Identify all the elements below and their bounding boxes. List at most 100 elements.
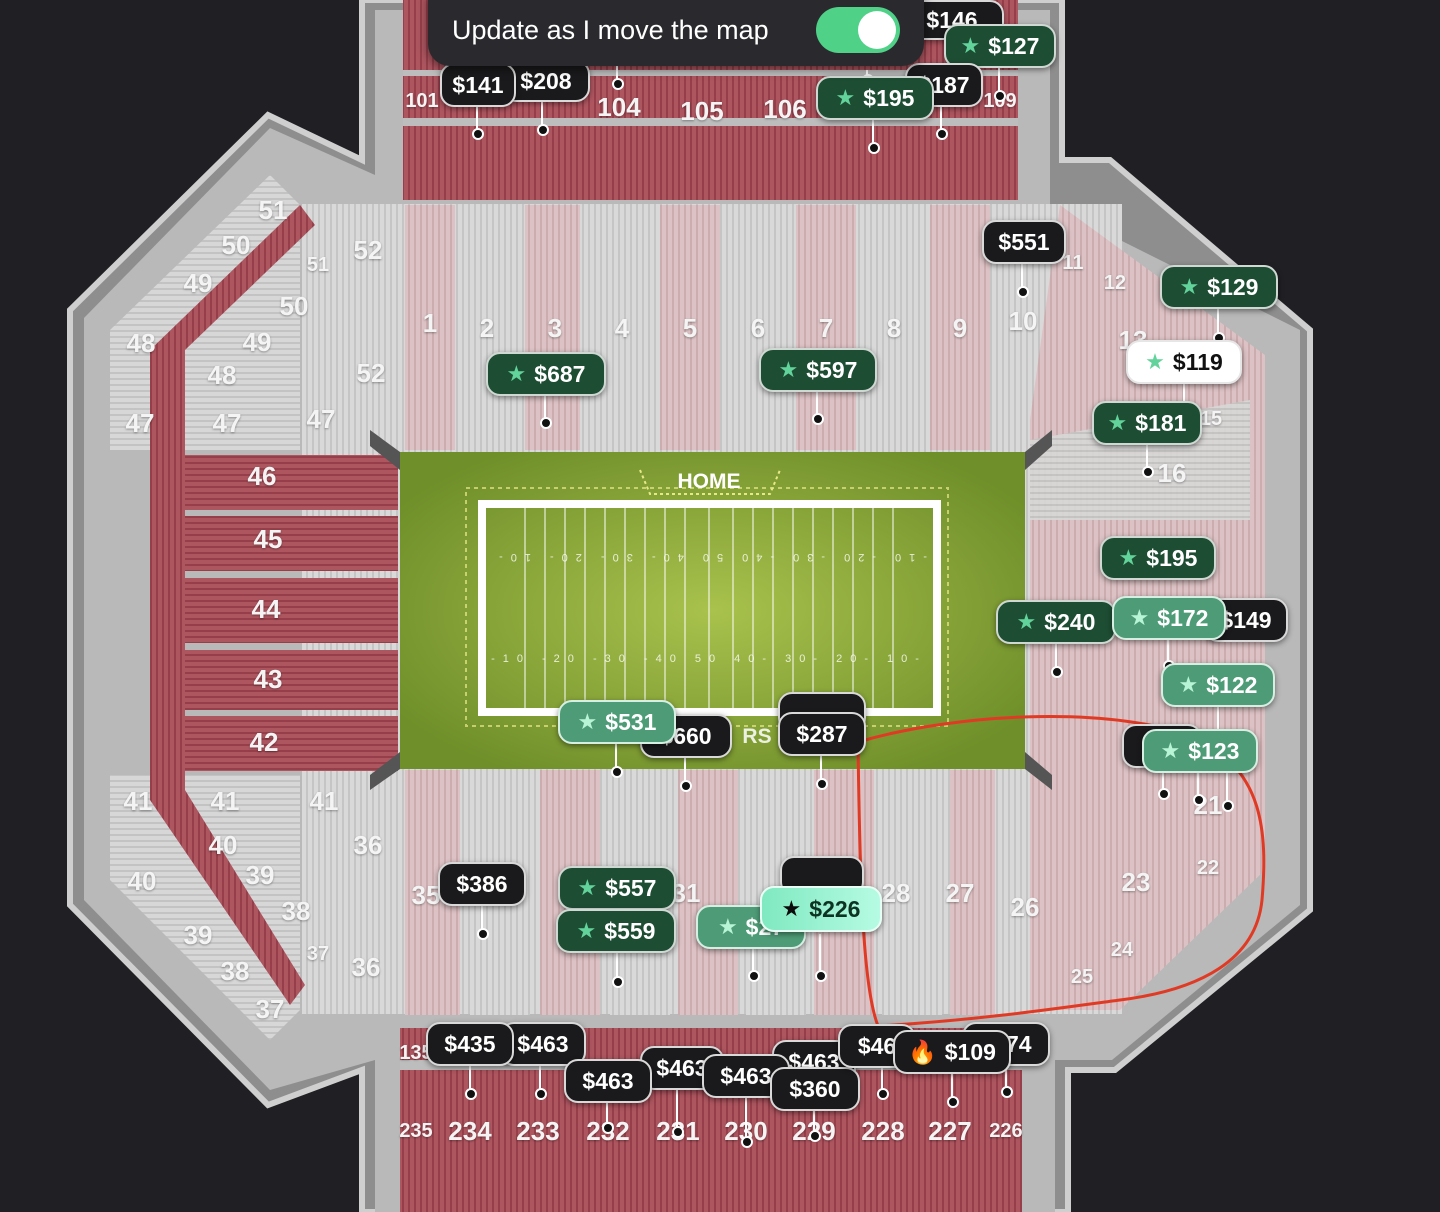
map-pin[interactable]	[535, 1088, 547, 1100]
price-chip[interactable]: ★ $127	[944, 24, 1056, 68]
map-pin[interactable]	[816, 778, 828, 790]
section-104[interactable]: 104	[592, 92, 646, 122]
section-40[interactable]: 40	[203, 830, 243, 860]
map-pin[interactable]	[611, 766, 623, 778]
section-50-mid[interactable]: 50	[274, 291, 314, 321]
map-pin[interactable]	[994, 90, 1006, 102]
map-pin[interactable]	[1158, 788, 1170, 800]
section-38[interactable]: 38	[276, 896, 316, 926]
section-8[interactable]: 8	[879, 313, 909, 343]
section-24[interactable]: 24	[1104, 936, 1140, 964]
map-pin[interactable]	[1001, 1086, 1013, 1098]
section-41-mid[interactable]: 41	[205, 786, 245, 816]
section-45[interactable]: 45	[246, 524, 290, 554]
section-39[interactable]: 39	[240, 860, 280, 890]
section-25[interactable]: 25	[1064, 963, 1100, 991]
price-chip[interactable]: $435	[426, 1022, 514, 1066]
map-pin[interactable]	[1017, 286, 1029, 298]
section-46[interactable]: 46	[240, 461, 284, 491]
section-52-lower[interactable]: 52	[351, 358, 391, 388]
map-pin[interactable]	[465, 1088, 477, 1100]
price-chip[interactable]: ★ $195	[1100, 536, 1216, 580]
section-38-corner[interactable]: 38	[215, 956, 255, 986]
price-chip[interactable]: ★ $129	[1160, 265, 1278, 309]
price-chip[interactable]: 🔥 $109	[893, 1030, 1011, 1074]
price-chip[interactable]: ★ $195	[816, 76, 934, 120]
price-chip[interactable]: $287	[778, 712, 866, 756]
section-23[interactable]: 23	[1116, 867, 1156, 897]
map-pin[interactable]	[1051, 666, 1063, 678]
section-47-mid[interactable]: 47	[207, 408, 247, 438]
section-227[interactable]: 227	[922, 1116, 978, 1146]
section-41[interactable]: 41	[118, 786, 158, 816]
price-chip[interactable]: ★ $597	[759, 348, 877, 392]
map-pin[interactable]	[1193, 794, 1205, 806]
section-12[interactable]: 12	[1100, 270, 1130, 296]
section-101[interactable]: 101	[402, 88, 442, 114]
price-chip[interactable]: ★ $531	[558, 700, 676, 744]
section-1[interactable]: 1	[415, 308, 445, 338]
price-chip[interactable]: ★ $557	[558, 866, 676, 910]
price-chip-selected[interactable]: ★ $226	[760, 886, 882, 932]
map-pin[interactable]	[680, 780, 692, 792]
section-43[interactable]: 43	[246, 664, 290, 694]
section-49-mid[interactable]: 49	[237, 327, 277, 357]
map-pin[interactable]	[815, 970, 827, 982]
price-chip[interactable]: ★ $559	[556, 909, 676, 953]
section-36[interactable]: 36	[346, 952, 386, 982]
section-47[interactable]: 47	[120, 408, 160, 438]
section-234[interactable]: 234	[442, 1116, 498, 1146]
section-10[interactable]: 10	[1003, 306, 1043, 336]
map-pin[interactable]	[612, 976, 624, 988]
price-chip[interactable]: ★ $687	[486, 352, 606, 396]
section-52[interactable]: 52	[348, 235, 388, 265]
section-26[interactable]: 26	[1005, 892, 1045, 922]
section-36-upper[interactable]: 36	[348, 830, 388, 860]
map-pin[interactable]	[741, 1136, 753, 1148]
map-pin[interactable]	[1142, 466, 1154, 478]
section-3[interactable]: 3	[540, 313, 570, 343]
map-pin[interactable]	[809, 1130, 821, 1142]
section-44[interactable]: 44	[244, 594, 288, 624]
price-chip[interactable]: $551	[982, 220, 1066, 264]
section-27[interactable]: 27	[940, 878, 980, 908]
price-chip[interactable]: ★ $119	[1126, 340, 1242, 384]
section-105[interactable]: 105	[675, 96, 729, 126]
map-pin[interactable]	[1222, 800, 1234, 812]
map-pin[interactable]	[672, 1126, 684, 1138]
map-pin[interactable]	[477, 928, 489, 940]
section-226[interactable]: 226	[986, 1118, 1026, 1144]
section-28[interactable]: 28	[876, 878, 916, 908]
section-48[interactable]: 48	[121, 328, 161, 358]
map-pin[interactable]	[947, 1096, 959, 1108]
section-40-corner[interactable]: 40	[122, 866, 162, 896]
section-9[interactable]: 9	[945, 313, 975, 343]
map-pin[interactable]	[540, 417, 552, 429]
section-47-inner[interactable]: 47	[301, 404, 341, 434]
map-pin[interactable]	[877, 1088, 889, 1100]
section-39-corner[interactable]: 39	[178, 920, 218, 950]
section-50[interactable]: 50	[216, 230, 256, 260]
section-106[interactable]: 106	[758, 94, 812, 124]
section-37-corner[interactable]: 37	[250, 994, 290, 1024]
section-42[interactable]: 42	[242, 727, 286, 757]
map-pin[interactable]	[748, 970, 760, 982]
section-16[interactable]: 16	[1152, 458, 1192, 488]
section-48-mid[interactable]: 48	[202, 360, 242, 390]
price-chip[interactable]: ★ $181	[1092, 401, 1202, 445]
price-chip[interactable]: ★ $123	[1142, 729, 1258, 773]
section-228[interactable]: 228	[855, 1116, 911, 1146]
map-pin[interactable]	[537, 124, 549, 136]
section-41-inner[interactable]: 41	[304, 786, 344, 816]
price-chip[interactable]: $463	[564, 1059, 652, 1103]
section-51[interactable]: 51	[253, 195, 293, 225]
section-37[interactable]: 37	[300, 940, 336, 968]
price-chip[interactable]: $141	[440, 63, 516, 107]
section-235[interactable]: 235	[396, 1118, 436, 1144]
map-pin[interactable]	[812, 413, 824, 425]
section-49[interactable]: 49	[178, 268, 218, 298]
map-pin[interactable]	[936, 128, 948, 140]
price-chip[interactable]: ★ $172	[1112, 596, 1226, 640]
section-2[interactable]: 2	[472, 313, 502, 343]
map-pin[interactable]	[602, 1122, 614, 1134]
